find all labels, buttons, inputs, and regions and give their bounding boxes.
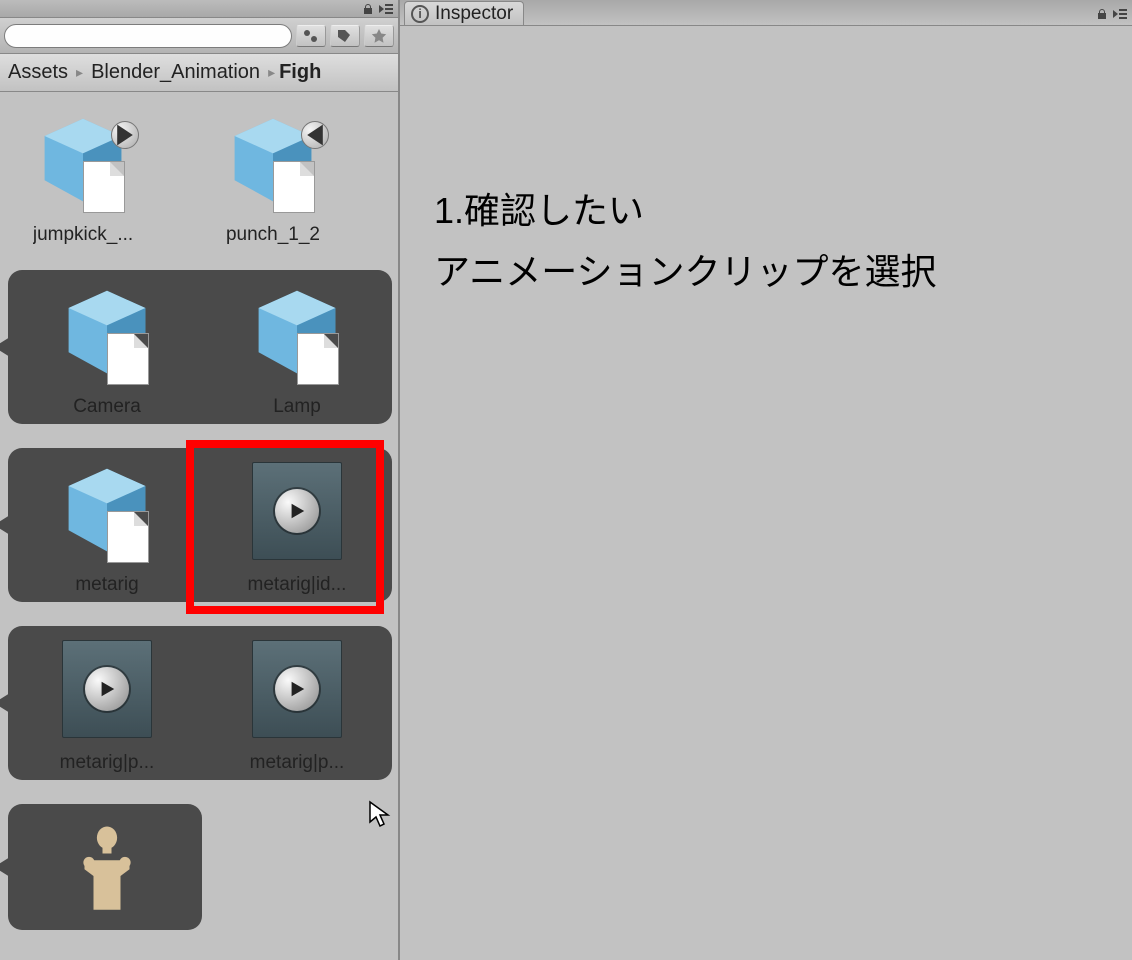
asset-avatar[interactable] [32,812,182,930]
asset-lamp[interactable]: Lamp [222,278,372,418]
page-icon [273,161,315,213]
inspector-tab-label: Inspector [435,3,513,25]
asset-label: Camera [73,396,141,418]
asset-grid: jumpkick_... [0,92,398,960]
breadcrumb: Assets ▸ Blender_Animation ▸ Figh [0,54,398,92]
project-panel: Assets ▸ Blender_Animation ▸ Figh [0,0,400,960]
asset-group-capsule: Camera [8,270,392,424]
page-icon [107,333,149,385]
asset-metarig-p-clip-2[interactable]: metarig|p... [222,634,372,774]
breadcrumb-folder[interactable]: Blender_Animation [87,61,264,84]
breadcrumb-sep: ▸ [72,64,87,81]
lock-icon[interactable] [362,3,374,15]
panel-menu-icon[interactable] [378,3,394,15]
asset-label: punch_1_2 [226,224,320,246]
project-panel-header [0,0,398,18]
annotation-line2: アニメーションクリップを選択 [434,241,937,302]
star-icon [370,28,388,44]
asset-metarig-p-clip-1[interactable]: metarig|p... [32,634,182,774]
search-by-type-button[interactable] [296,25,326,47]
panel-menu-icon[interactable] [1112,7,1128,25]
asset-label: metarig|id... [248,574,347,596]
page-icon [107,511,149,563]
avatar-icon [59,817,155,917]
play-badge-icon [301,121,329,149]
animation-clip-icon [62,640,152,738]
favorites-button[interactable] [364,25,394,47]
asset-group-capsule: metarig metarig|id... [8,448,392,602]
asset-group-capsule: metarig|p... metarig|p... [8,626,392,780]
page-icon [297,333,339,385]
lock-icon[interactable] [1096,7,1108,25]
info-icon: i [411,5,429,23]
type-filter-icon [302,28,320,44]
asset-label: jumpkick_... [33,224,133,246]
inspector-panel: i Inspector [400,0,1132,960]
breadcrumb-current[interactable]: Figh [279,61,321,84]
search-by-label-button[interactable] [330,25,360,47]
asset-jumpkick[interactable]: jumpkick_... [8,106,158,246]
play-badge-icon [111,121,139,149]
search-input[interactable] [4,24,292,48]
asset-label: Lamp [273,396,321,418]
page-icon [83,161,125,213]
inspector-body [400,26,1132,960]
play-icon [85,667,129,711]
breadcrumb-assets[interactable]: Assets [4,61,72,84]
asset-punch[interactable]: punch_1_2 [198,106,348,246]
animation-clip-icon [252,462,342,560]
asset-group-capsule [8,804,202,930]
tab-inspector[interactable]: i Inspector [404,1,524,25]
breadcrumb-sep: ▸ [264,64,279,81]
tag-icon [336,28,354,44]
asset-label: metarig|p... [60,752,155,774]
play-icon [275,489,319,533]
play-icon [275,667,319,711]
asset-label: metarig|p... [250,752,345,774]
asset-metarig[interactable]: metarig [32,456,182,596]
annotation-text: 1.確認したい アニメーションクリップを選択 [434,180,937,302]
annotation-line1: 1.確認したい [434,180,937,241]
asset-metarig-idle-clip[interactable]: metarig|id... [222,456,372,596]
asset-label: metarig [75,574,138,596]
inspector-header: i Inspector [400,0,1132,26]
project-toolbar [0,18,398,54]
asset-camera[interactable]: Camera [32,278,182,418]
animation-clip-icon [252,640,342,738]
